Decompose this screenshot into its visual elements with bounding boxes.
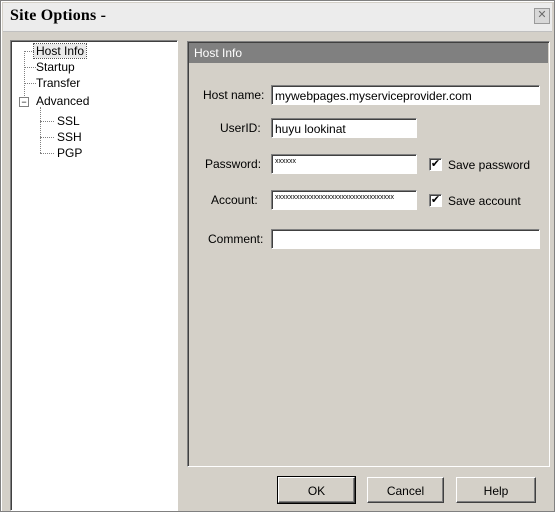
host-name-field[interactable]: mywebpages.myserviceprovider.com (271, 85, 540, 105)
password-label: Password: (205, 157, 262, 171)
cancel-button[interactable]: Cancel (367, 477, 444, 503)
userid-label: UserID: (220, 121, 261, 135)
save-account-label[interactable]: Save account (448, 194, 521, 208)
tree-connector (40, 137, 54, 138)
ok-button[interactable]: OK (277, 476, 356, 504)
tree-item-ssl[interactable]: SSL (57, 114, 80, 128)
save-password-checkbox[interactable]: ✔ (429, 158, 442, 171)
tree-connector (24, 83, 36, 84)
title-bar[interactable]: Site Options - ✕ (3, 3, 552, 32)
tree-item-pgp[interactable]: PGP (57, 146, 82, 160)
tree-connector (24, 67, 36, 68)
save-account-checkbox[interactable]: ✔ (429, 194, 442, 207)
tree-advanced-line (40, 107, 41, 153)
tree-item-startup[interactable]: Startup (36, 60, 75, 74)
tree-connector (40, 121, 54, 122)
options-tree: Host Info Startup Transfer − Advanced SS… (10, 40, 178, 511)
collapse-icon[interactable]: − (19, 97, 29, 107)
tree-item-advanced[interactable]: Advanced (36, 94, 89, 108)
tree-connector (40, 153, 54, 154)
window-title: Site Options - (10, 7, 107, 24)
comment-label: Comment: (208, 232, 264, 246)
help-button[interactable]: Help (456, 477, 536, 503)
comment-field[interactable] (271, 229, 540, 249)
account-field[interactable]: xxxxxxxxxxxxxxxxxxxxxxxxxxxxxxxxxx (271, 190, 417, 210)
host-name-label: Host name: (203, 88, 265, 102)
password-field[interactable]: xxxxxx (271, 154, 417, 174)
userid-field[interactable]: huyu lookinat (271, 118, 417, 138)
tree-item-ssh[interactable]: SSH (57, 130, 82, 144)
save-password-label[interactable]: Save password (448, 158, 530, 172)
site-options-dialog: Site Options - ✕ Host Info Startup Trans… (0, 0, 555, 512)
tree-item-host-info[interactable]: Host Info (32, 43, 88, 59)
account-label: Account: (211, 193, 258, 207)
panel-header: Host Info (189, 43, 548, 63)
host-info-panel: Host Info Host name: mywebpages.myservic… (187, 41, 550, 467)
close-icon[interactable]: ✕ (534, 8, 550, 24)
tree-item-transfer[interactable]: Transfer (36, 76, 80, 90)
